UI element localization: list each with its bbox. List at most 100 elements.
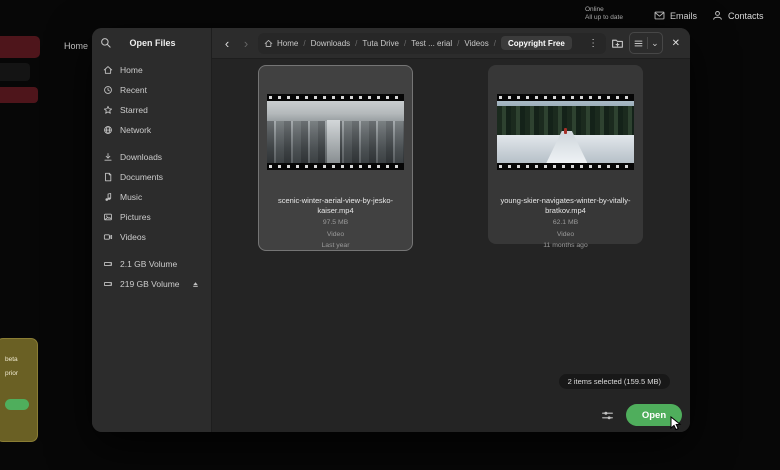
close-dialog-button[interactable]: ✕ [670, 38, 682, 49]
network-icon [104, 126, 112, 134]
download-icon [104, 153, 112, 161]
document-icon [105, 172, 112, 182]
list-view-icon [634, 40, 643, 46]
filmstrip-bottom [497, 163, 634, 170]
thumbnail-image-skier-forest [497, 101, 634, 163]
sidebar-header: Open Files [92, 28, 211, 58]
sidebar-item-network[interactable]: Network [98, 120, 205, 140]
person-icon [713, 11, 722, 20]
music-note-icon [105, 193, 112, 201]
emails-label: Emails [670, 10, 698, 21]
forward-button[interactable]: › [239, 37, 253, 50]
notice-confirm-button[interactable] [5, 399, 29, 410]
list-view-button[interactable] [633, 38, 644, 49]
filmstrip-bottom [267, 163, 404, 170]
file-type: Video [556, 230, 575, 238]
breadcrumb-separator: / [457, 38, 460, 48]
sidebar-item-pictures[interactable]: Pictures [98, 207, 205, 227]
file-chooser-sidebar: Open Files Home Recent Starred Network D [92, 28, 212, 432]
open-files-dialog: Open Files Home Recent Starred Network D [92, 28, 690, 432]
breadcrumb: Home / Downloads / Tuta Drive / Test ...… [258, 32, 607, 54]
sidebar-item-volume-219gb[interactable]: 219 GB Volume [98, 274, 205, 294]
file-name: young-skier-navigates-winter-by-vitally-… [500, 196, 631, 215]
sidebar-item-music[interactable]: Music [98, 187, 205, 207]
video-thumbnail [267, 94, 404, 170]
sidebar-item-videos[interactable]: Videos [98, 227, 205, 247]
sidebar-label: Network [120, 125, 152, 135]
notice-line-1: beta [5, 356, 18, 363]
search-button[interactable] [100, 37, 112, 49]
breadcrumb-label: Home [277, 38, 299, 48]
sidebar-places: Home Recent Starred Network Downloads Do… [92, 58, 211, 296]
clock-icon [104, 86, 112, 94]
dialog-title: Open Files [129, 38, 176, 48]
sidebar-label: Pictures [120, 212, 151, 222]
connection-status: Online All up to date [585, 6, 623, 22]
breadcrumb-test-material[interactable]: Test ... erial [411, 39, 452, 48]
video-camera-icon [103, 234, 113, 240]
breadcrumb-tuta-drive[interactable]: Tuta Drive [362, 39, 399, 48]
contacts-button[interactable]: Contacts [706, 9, 770, 22]
sidebar-label: Downloads [120, 152, 163, 162]
sidebar-label: Videos [120, 232, 146, 242]
background-list-item[interactable] [0, 63, 30, 81]
sidebar-item-recent[interactable]: Recent [98, 80, 205, 100]
envelope-icon [654, 11, 665, 20]
eject-icon[interactable] [191, 280, 200, 289]
breadcrumb-home[interactable]: Home [264, 39, 298, 48]
path-bar: ‹ › Home / Downloads / Tuta Drive / Test… [212, 28, 690, 59]
video-thumbnail [497, 94, 634, 170]
home-icon [264, 39, 273, 47]
filter-settings-button[interactable] [601, 409, 614, 422]
file-card-scenic-winter[interactable]: scenic-winter-aerial-view-by-jesko-kaise… [258, 65, 413, 251]
breadcrumb-separator: / [493, 38, 496, 48]
path-menu-button[interactable]: ⋮ [586, 38, 600, 49]
sidebar-label: Recent [120, 85, 147, 95]
sidebar-item-volume-2gb[interactable]: 2.1 GB Volume [98, 254, 205, 274]
new-folder-icon [612, 39, 624, 48]
home-icon [103, 66, 113, 74]
notice-panel: beta prior [0, 338, 38, 442]
sidebar-item-home[interactable]: Home [98, 60, 205, 80]
sidebar-label: 219 GB Volume [120, 279, 180, 289]
drive-icon [103, 282, 112, 286]
breadcrumb-copyright-free[interactable]: Copyright Free [500, 36, 572, 50]
filmstrip-top [267, 94, 404, 101]
sidebar-item-downloads[interactable]: Downloads [98, 147, 205, 167]
back-button[interactable]: ‹ [220, 37, 234, 50]
background-selected-item-2[interactable] [0, 87, 38, 103]
status-sync: All up to date [585, 14, 623, 21]
picture-icon [104, 213, 112, 221]
contacts-label: Contacts [728, 10, 764, 21]
sidebar-label: Starred [120, 105, 148, 115]
file-name: scenic-winter-aerial-view-by-jesko-kaise… [277, 196, 394, 215]
selection-status-badge: 2 items selected (159.5 MB) [558, 374, 670, 389]
new-folder-button[interactable] [611, 37, 624, 50]
breadcrumb-videos[interactable]: Videos [464, 39, 488, 48]
breadcrumb-separator: / [355, 38, 358, 48]
sliders-icon [602, 411, 613, 419]
background-selected-item[interactable] [0, 36, 40, 58]
background-home-tab[interactable]: Home [64, 41, 88, 51]
view-options-chevron[interactable]: ⌄ [651, 38, 659, 48]
dialog-actions: Open [601, 404, 682, 426]
file-card-young-skier[interactable]: young-skier-navigates-winter-by-vitally-… [488, 65, 643, 249]
sidebar-label: Home [120, 65, 143, 75]
thumbnail-image-aerial-city [267, 101, 404, 163]
file-size: 62.1 MB [552, 219, 579, 226]
notice-line-2: prior [5, 370, 19, 377]
drive-icon [103, 262, 112, 266]
status-online: Online [585, 6, 604, 13]
file-modified: 11 months ago [543, 242, 588, 249]
breadcrumb-downloads[interactable]: Downloads [311, 39, 351, 48]
breadcrumb-separator: / [404, 38, 407, 48]
file-type: Video [326, 230, 345, 238]
sidebar-label: 2.1 GB Volume [120, 259, 178, 269]
sidebar-label: Music [120, 192, 143, 202]
sidebar-label: Documents [120, 172, 163, 182]
open-button[interactable]: Open [626, 404, 682, 426]
emails-button[interactable]: Emails [648, 9, 703, 22]
file-modified: Last year [321, 242, 350, 249]
sidebar-item-starred[interactable]: Starred [98, 100, 205, 120]
sidebar-item-documents[interactable]: Documents [98, 167, 205, 187]
